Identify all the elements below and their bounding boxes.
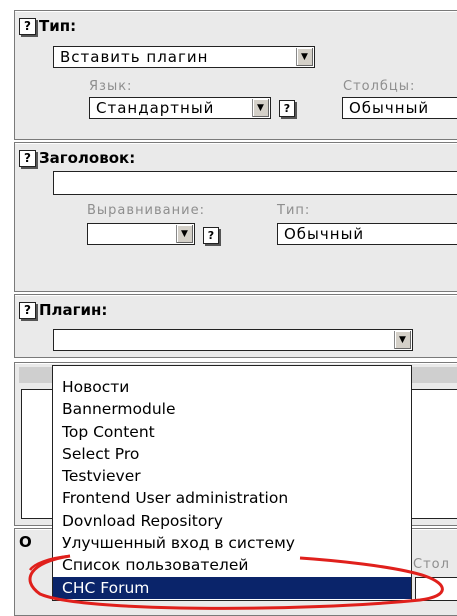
help-icon[interactable]: ? xyxy=(19,301,36,319)
header-section: ? Заголовок: Выравнивание: ▼ ? Тип: Обыч… xyxy=(14,142,457,292)
bottom-section-header: О xyxy=(19,533,32,551)
columns-select-value: Обычный xyxy=(349,99,430,117)
type-section-title: Тип: xyxy=(39,17,77,35)
dropdown-option-chc-forum[interactable]: CHC Forum xyxy=(53,576,411,599)
columns-label: Столбцы: xyxy=(343,79,416,94)
align-select[interactable]: ▼ xyxy=(87,223,195,245)
header-type-select-value: Обычный xyxy=(284,225,365,243)
language-select-value: Стандартный xyxy=(96,99,215,117)
dropdown-option-bannermodule[interactable]: Bannermodule xyxy=(53,398,411,420)
language-label: Язык: xyxy=(89,79,133,94)
align-label: Выравнивание: xyxy=(87,203,205,218)
help-icon[interactable]: ? xyxy=(19,17,36,35)
bottom-columns-input[interactable] xyxy=(415,577,457,601)
dropdown-option-download-repository[interactable]: Dovnload Repository xyxy=(53,510,411,532)
dropdown-option-select-pro[interactable]: Select Pro xyxy=(53,443,411,465)
language-select[interactable]: Стандартный ▼ xyxy=(89,97,271,119)
header-section-title: Заголовок: xyxy=(39,149,136,167)
bottom-columns-label: Стол xyxy=(413,557,450,572)
type-section-header: ? Тип: xyxy=(19,17,76,35)
dropdown-option-frontend-user-admin[interactable]: Frontend User administration xyxy=(53,487,411,509)
chevron-down-icon[interactable]: ▼ xyxy=(176,225,193,243)
dropdown-option-testviever[interactable]: Testviever xyxy=(53,465,411,487)
plugin-select[interactable]: ▼ xyxy=(53,329,413,351)
plugin-dropdown-list[interactable]: Новости Bannermodule Top Content Select … xyxy=(52,365,412,601)
plugin-section: ? Плагин: ▼ xyxy=(14,294,457,358)
type-select[interactable]: Вставить плагин ▼ xyxy=(53,46,315,68)
help-icon[interactable]: ? xyxy=(279,100,295,117)
help-icon[interactable]: ? xyxy=(203,227,219,244)
chevron-down-icon[interactable]: ▼ xyxy=(252,99,269,117)
dropdown-option-top-content[interactable]: Top Content xyxy=(53,421,411,443)
chevron-down-icon[interactable]: ▼ xyxy=(394,331,411,349)
header-input[interactable] xyxy=(53,171,457,195)
chevron-down-icon[interactable]: ▼ xyxy=(296,48,313,66)
plugin-section-header: ? Плагин: xyxy=(19,301,107,319)
help-icon[interactable]: ? xyxy=(19,149,36,167)
dropdown-spacer xyxy=(53,366,411,376)
header-section-header: ? Заголовок: xyxy=(19,149,135,167)
type-section: ? Тип: Вставить плагин ▼ Язык: Стандартн… xyxy=(14,10,457,140)
type-select-value: Вставить плагин xyxy=(60,48,209,66)
bottom-section-title: О xyxy=(19,533,32,551)
columns-select[interactable]: Обычный xyxy=(342,97,457,119)
header-type-label: Тип: xyxy=(277,203,311,218)
plugin-section-title: Плагин: xyxy=(39,301,108,319)
dropdown-option-user-list[interactable]: Список пользователей xyxy=(53,554,411,576)
dropdown-option-news[interactable]: Новости xyxy=(53,376,411,398)
header-type-select[interactable]: Обычный xyxy=(277,223,457,245)
dropdown-option-improved-login[interactable]: Улучшенный вход в систему xyxy=(53,532,411,554)
